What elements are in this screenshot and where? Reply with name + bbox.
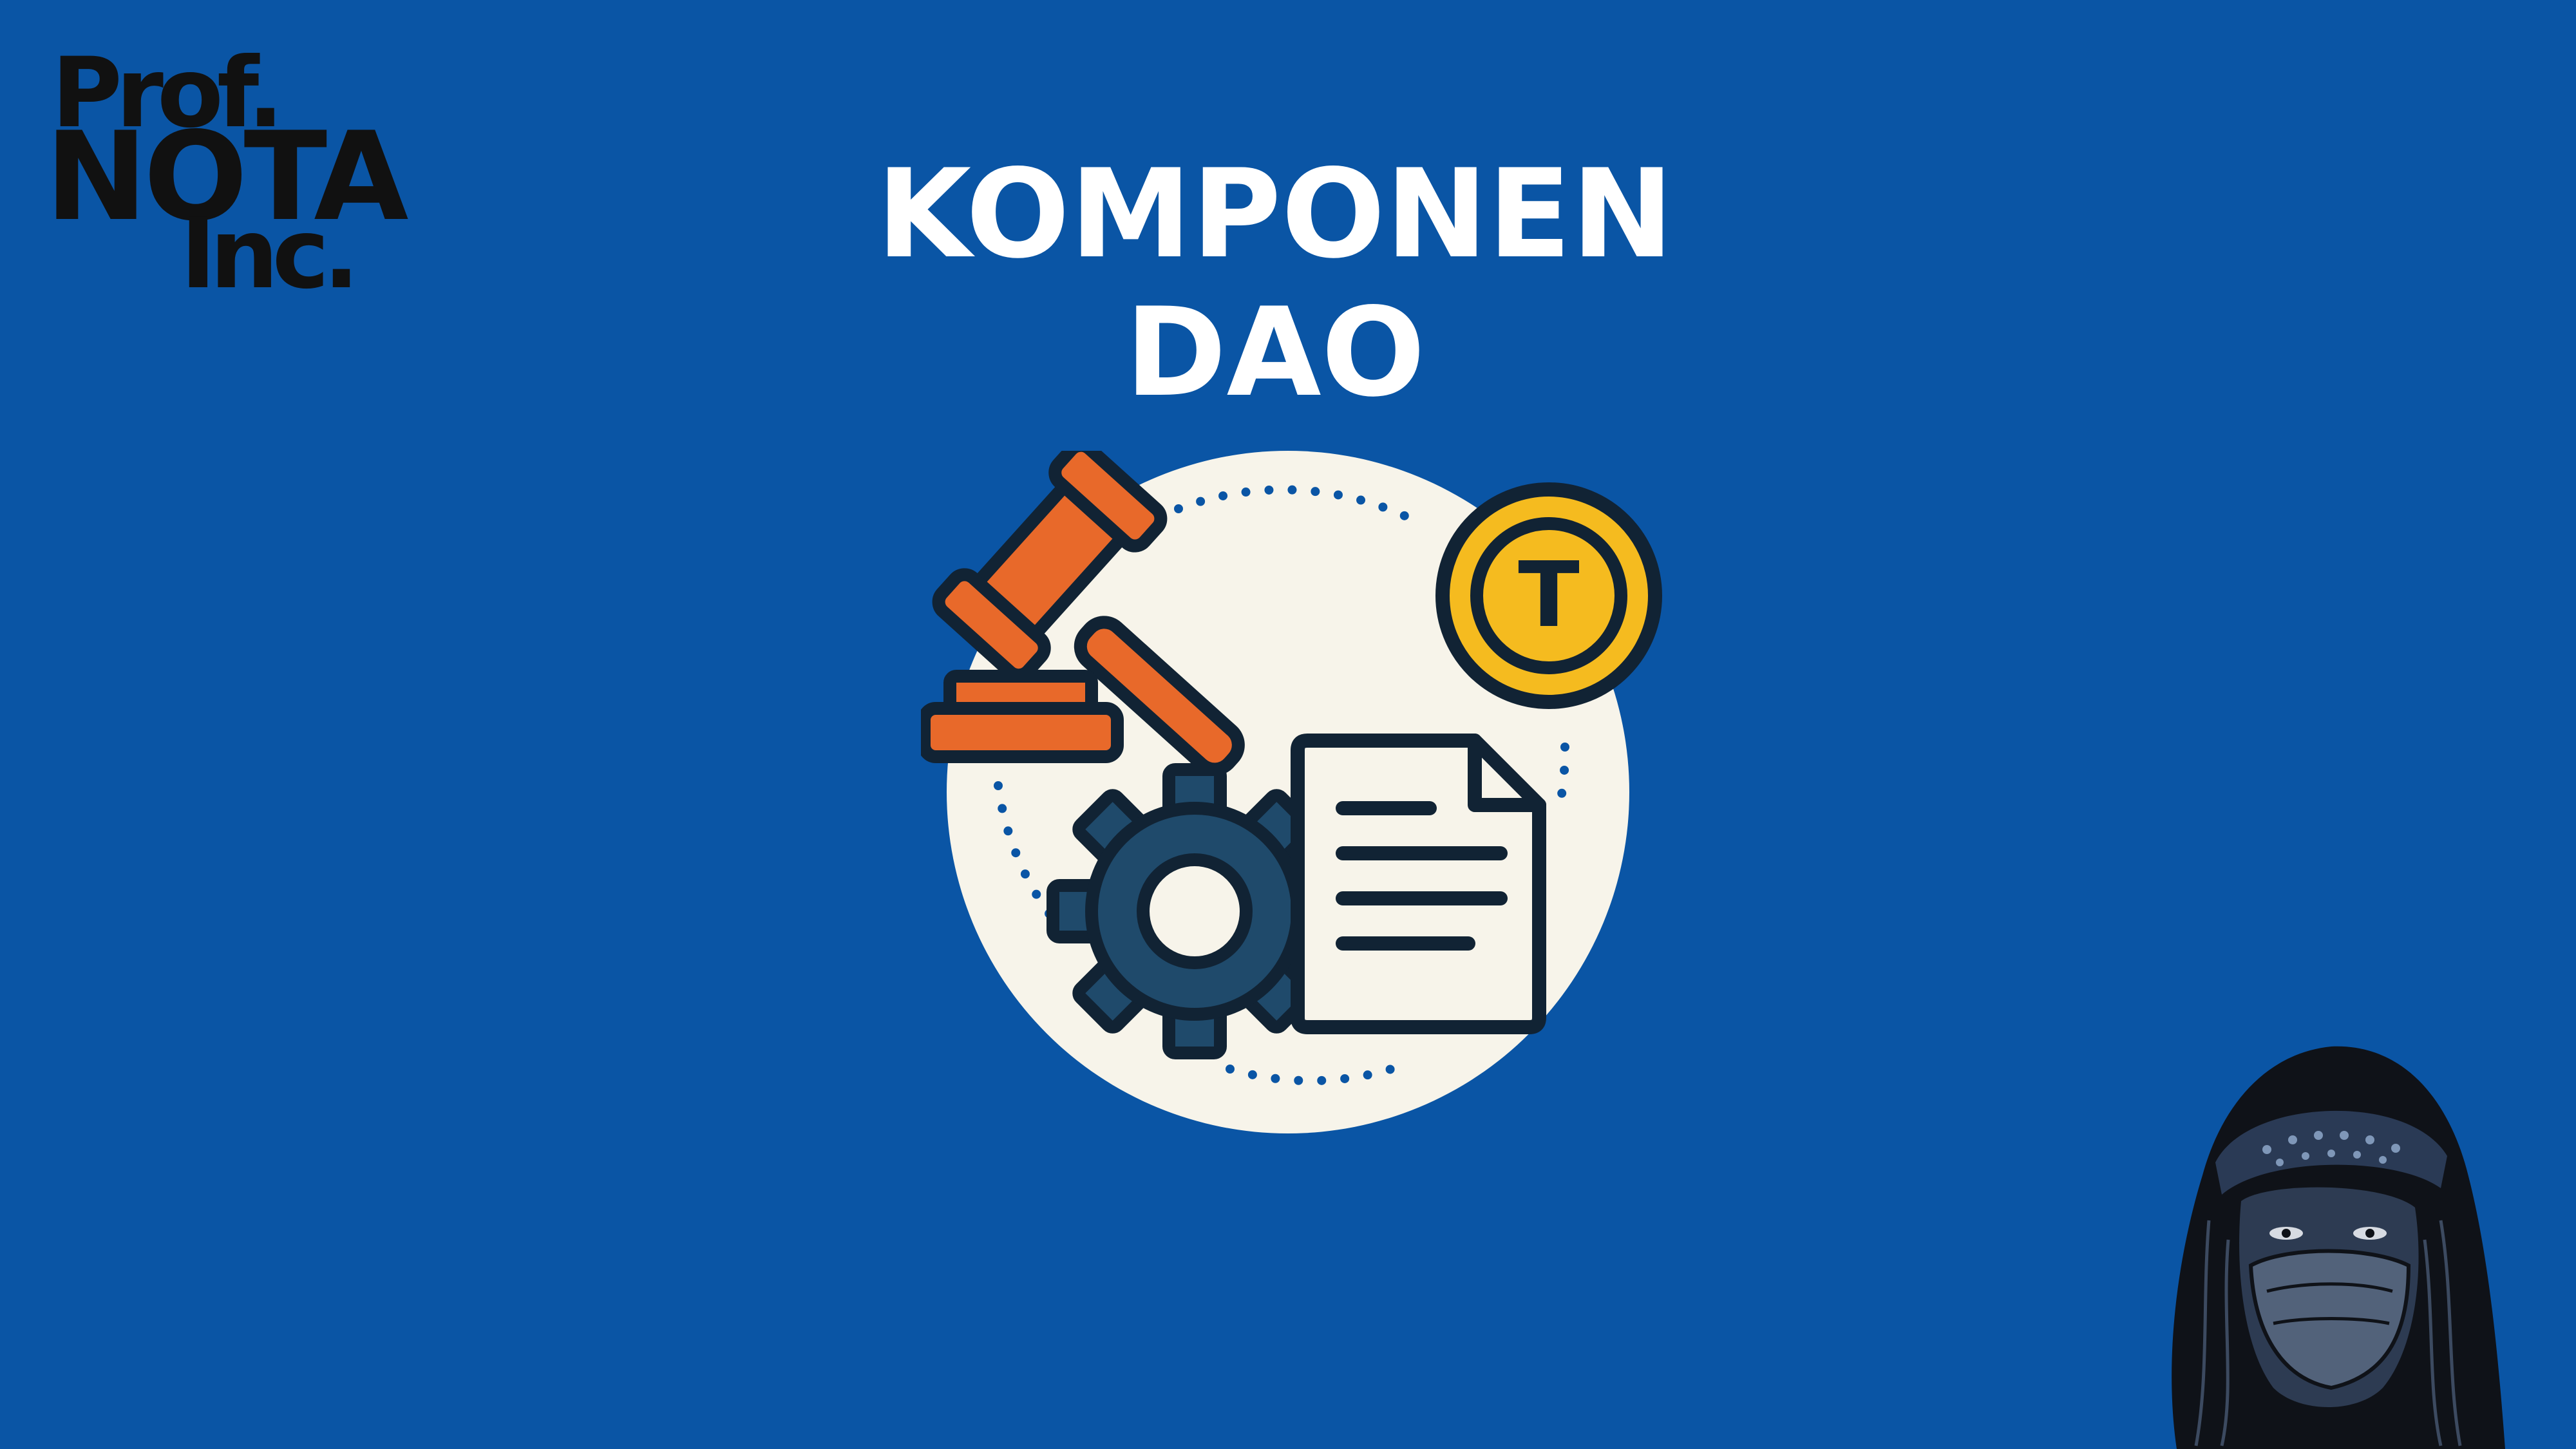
logo-line-inc: Inc.	[180, 198, 359, 310]
title-line-2: DAO	[1124, 281, 1426, 424]
document-icon	[1291, 734, 1546, 1034]
title-line-1: KOMPONEN	[876, 143, 1674, 285]
prof-nota-logo: Prof. NOTA Inc.	[45, 45, 444, 303]
coin-icon: T	[1435, 482, 1662, 709]
dao-components-illustration: T	[921, 451, 1662, 1133]
page-title: KOMPONEN DAO	[644, 145, 1906, 422]
presenter-avatar	[2172, 1046, 2505, 1449]
coin-letter: T	[1518, 543, 1580, 648]
